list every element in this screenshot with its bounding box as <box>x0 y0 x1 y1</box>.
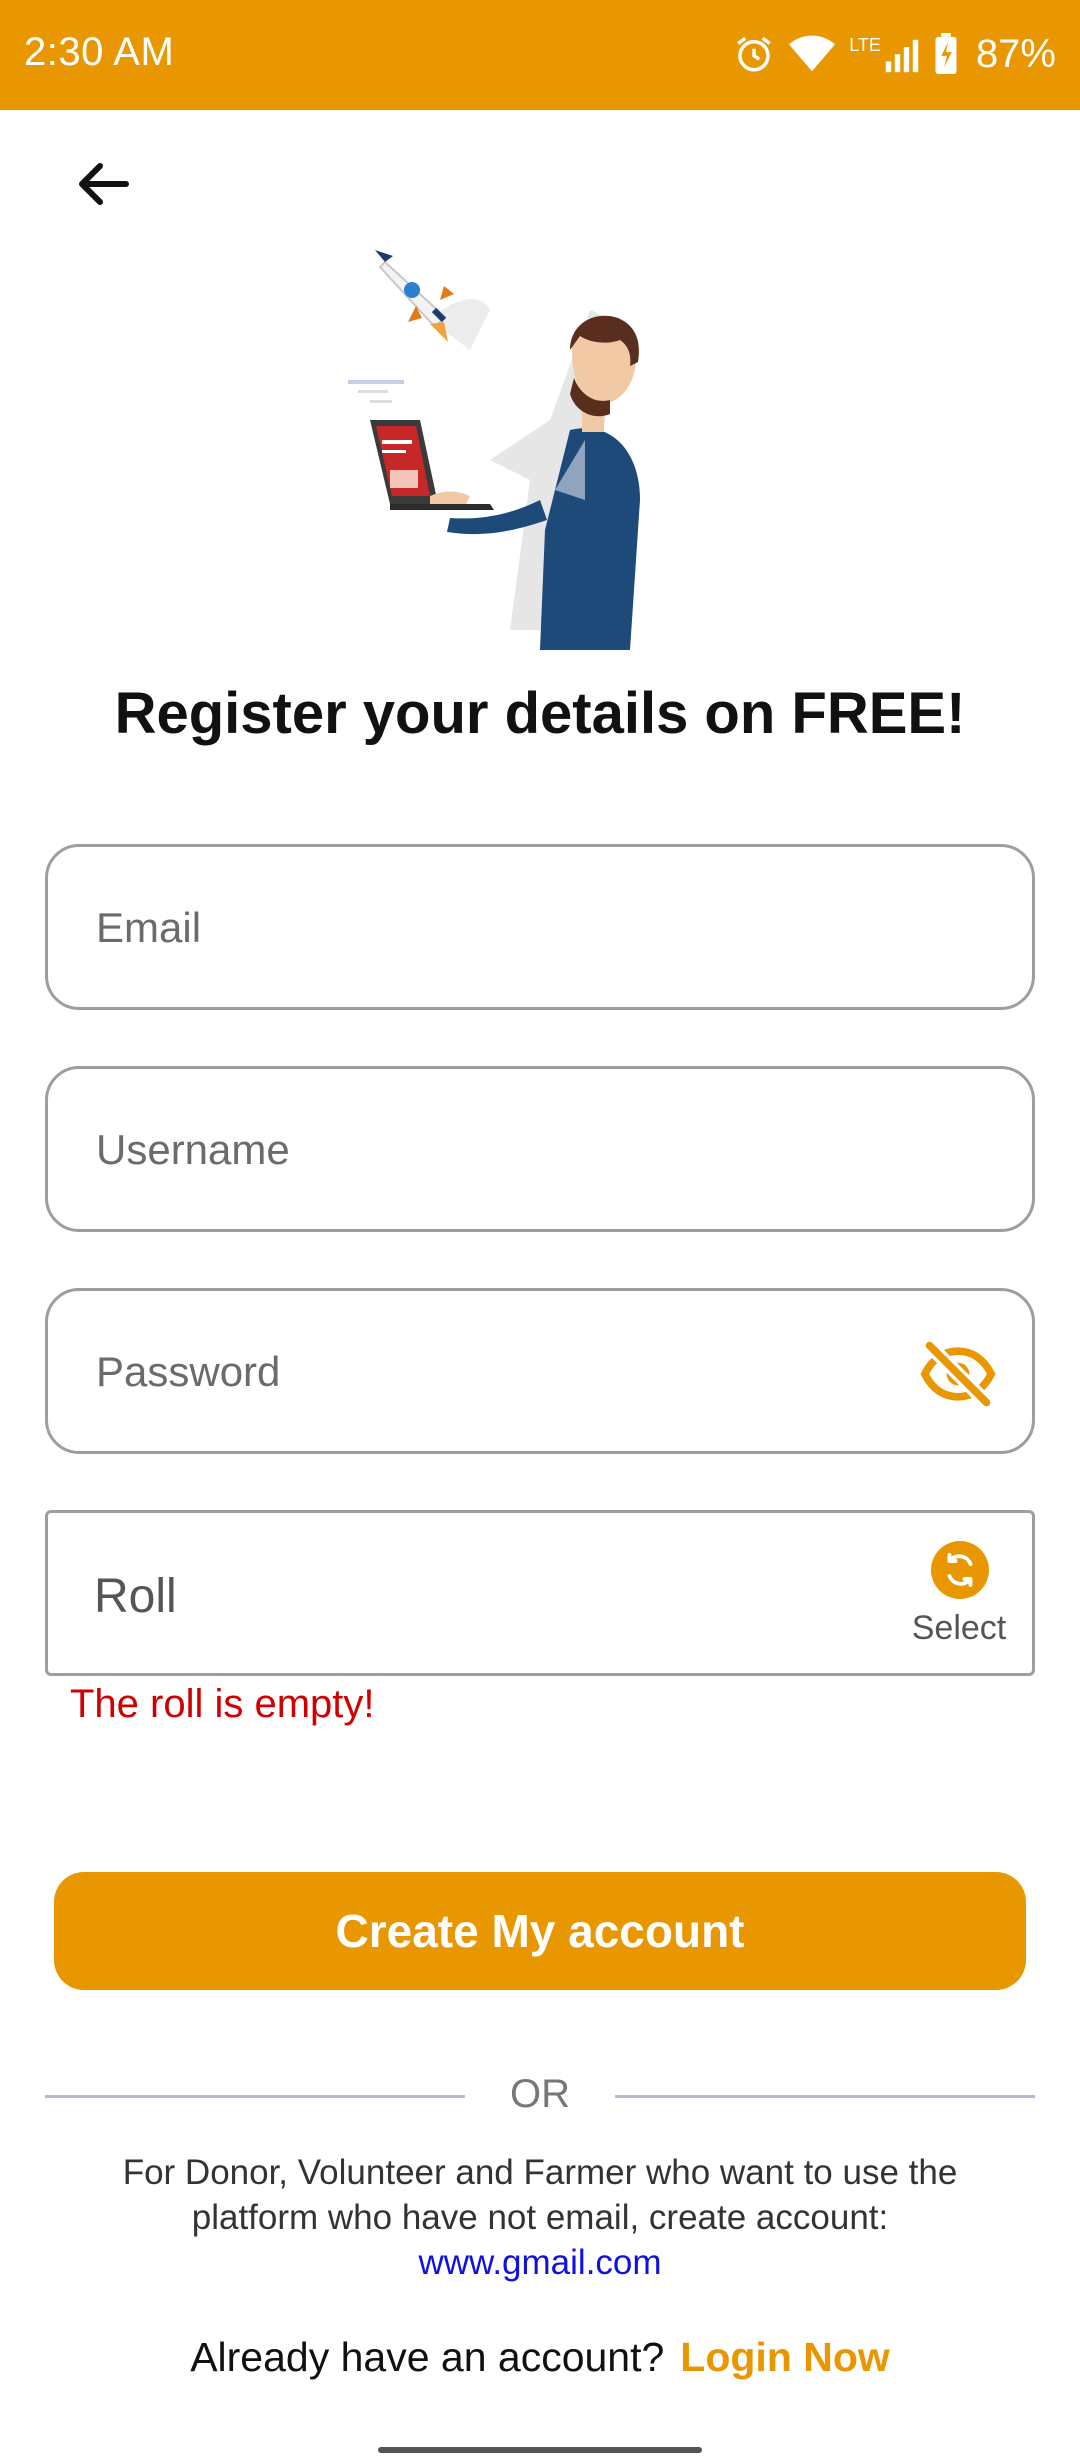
network-type: LTE <box>849 34 881 55</box>
wifi-icon <box>789 34 836 74</box>
alarm-icon <box>733 33 775 75</box>
create-account-button[interactable]: Create My account <box>54 1872 1026 1990</box>
status-time: 2:30 AM <box>24 30 175 74</box>
email-input[interactable] <box>94 847 918 1009</box>
eye-off-icon <box>920 1340 996 1408</box>
login-now-link[interactable]: Login Now <box>680 2334 890 2380</box>
back-button[interactable] <box>62 148 142 220</box>
roll-label: Roll <box>94 1570 177 1623</box>
rocket-icon <box>375 250 454 342</box>
refresh-icon <box>931 1541 989 1599</box>
lte-signal-icon: LTE <box>849 35 920 74</box>
roll-error-message: The roll is empty! <box>70 1682 375 1726</box>
home-indicator[interactable] <box>378 2447 702 2453</box>
password-field[interactable] <box>45 1288 1035 1454</box>
login-prompt-text: Already have an account? <box>190 2334 665 2380</box>
hero-illustration <box>330 240 740 650</box>
status-bar: 2:30 AM LTE 87% <box>0 0 1080 110</box>
gmail-link[interactable]: www.gmail.com <box>80 2240 1000 2285</box>
battery-level: 87% <box>975 31 1056 76</box>
no-email-note-text: For Donor, Volunteer and Farmer who want… <box>122 2153 958 2237</box>
status-icons: LTE 87% <box>733 26 1056 82</box>
roll-select-button[interactable]: Select <box>904 1541 1014 1651</box>
page-title: Register your details on FREE! <box>114 681 966 746</box>
email-field[interactable] <box>45 844 1035 1010</box>
login-prompt-row: Already have an account? Login Now <box>0 2334 1080 2381</box>
roll-select-label: Select <box>911 1609 1007 1647</box>
no-email-note: For Donor, Volunteer and Farmer who want… <box>80 2150 1000 2285</box>
username-input[interactable] <box>94 1069 918 1231</box>
battery-charging-icon <box>934 33 958 75</box>
arrow-left-icon <box>79 163 129 205</box>
username-field[interactable] <box>45 1066 1035 1232</box>
divider-right <box>615 2095 1035 2098</box>
password-input[interactable] <box>94 1291 918 1453</box>
roll-dropdown[interactable]: Roll Select <box>45 1510 1035 1676</box>
password-visibility-toggle[interactable] <box>920 1336 996 1412</box>
